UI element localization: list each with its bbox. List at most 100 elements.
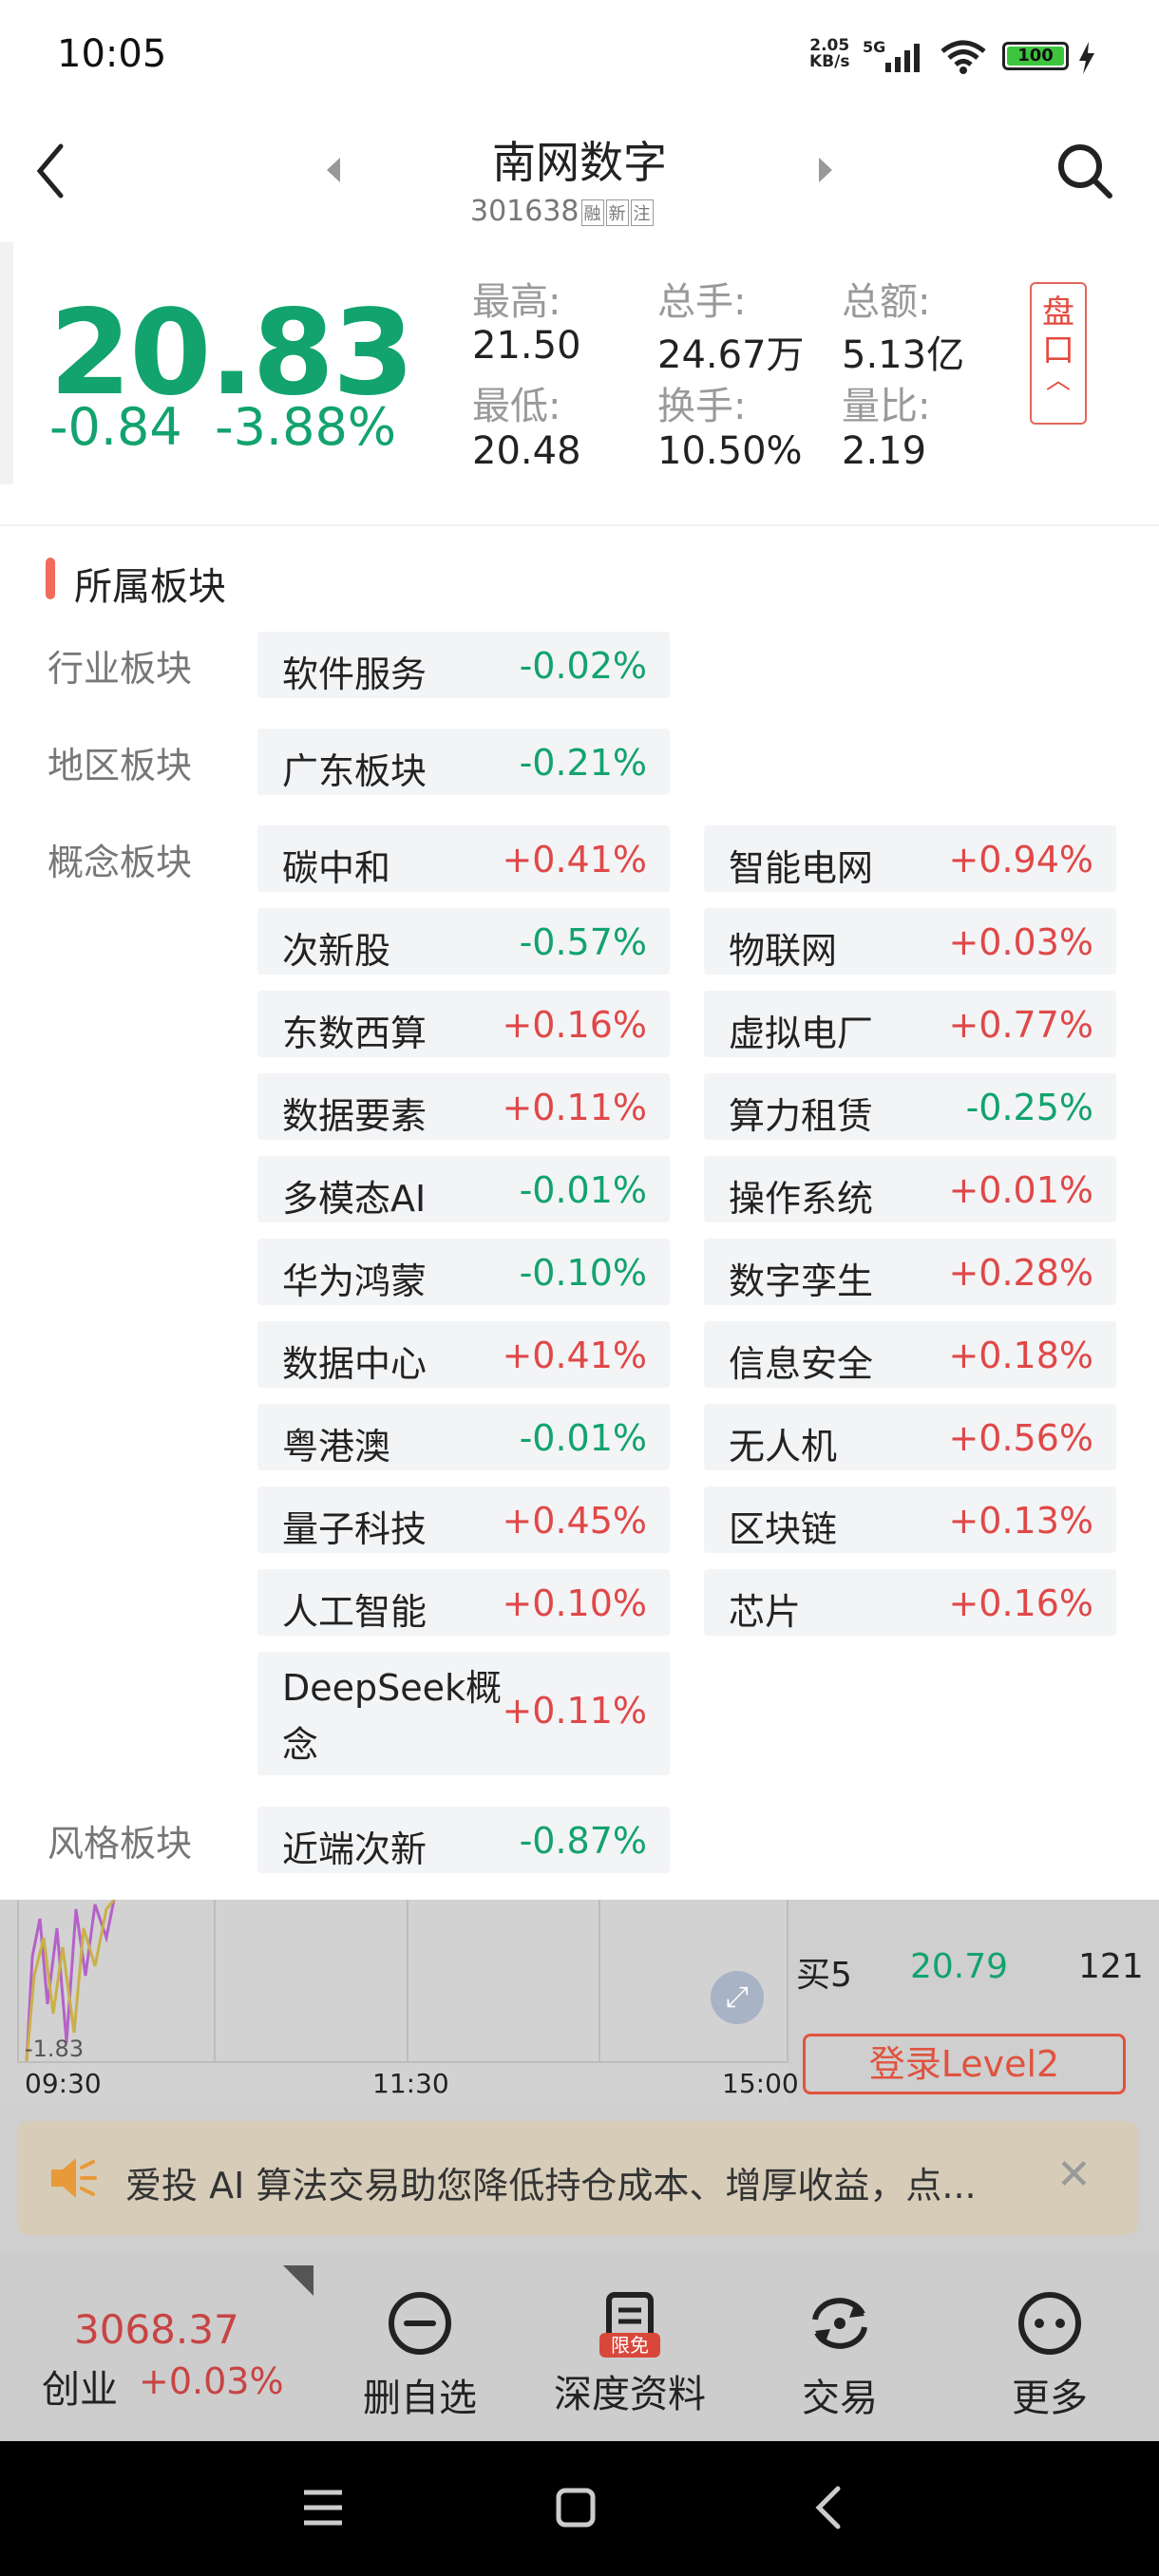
- sector-name: 量子科技: [282, 1508, 428, 1550]
- back-nav-icon[interactable]: [813, 2485, 844, 2530]
- turnover-label: 换手:: [657, 385, 747, 428]
- sector-name: 数据中心: [282, 1343, 428, 1385]
- sector-cell[interactable]: 数据中心 +0.41%: [257, 1321, 670, 1388]
- sector-change: -0.01%: [519, 1169, 647, 1211]
- sector-cell[interactable]: 信息安全 +0.18%: [704, 1321, 1116, 1388]
- minus-circle-icon: [389, 2292, 451, 2355]
- chart-time-open: 09:30: [25, 2068, 102, 2099]
- sector-cell[interactable]: 芯片 +0.16%: [704, 1569, 1116, 1636]
- toolbar-label: 删自选: [363, 2377, 477, 2420]
- sector-cell[interactable]: 智能电网 +0.94%: [704, 825, 1116, 892]
- toolbar-label: 深度资料: [554, 2373, 706, 2416]
- sector-name: 芯片: [729, 1591, 802, 1633]
- more-button[interactable]: 更多: [955, 2289, 1145, 2422]
- sector-change: -0.02%: [519, 645, 647, 687]
- next-stock-icon[interactable]: [815, 156, 836, 184]
- sector-cell[interactable]: 量子科技 +0.45%: [257, 1487, 670, 1553]
- toolbar-label: 交易: [802, 2377, 878, 2420]
- sector-change: +0.13%: [948, 1500, 1093, 1542]
- style-sector-label: 风格板块: [48, 1823, 193, 1865]
- sector-name: 无人机: [729, 1426, 838, 1468]
- deep-info-button[interactable]: 限免 深度资料: [535, 2289, 725, 2418]
- sector-name: 粤港澳: [282, 1426, 391, 1468]
- sector-change: -0.57%: [519, 921, 647, 963]
- sector-cell[interactable]: 软件服务 -0.02%: [257, 632, 670, 698]
- sector-name: 碳中和: [282, 847, 391, 889]
- stock-name: 南网数字: [492, 137, 667, 188]
- sector-cell[interactable]: 东数西算 +0.16%: [257, 991, 670, 1057]
- sector-change: +0.11%: [502, 1087, 647, 1128]
- sector-cell[interactable]: 区块链 +0.13%: [704, 1487, 1116, 1553]
- index-name: 创业: [42, 2368, 118, 2412]
- sector-name: 近端次新: [282, 1828, 428, 1870]
- index-value[interactable]: 3068.37: [74, 2306, 239, 2353]
- sector-cell[interactable]: 算力租赁 -0.25%: [704, 1073, 1116, 1140]
- sector-name: 操作系统: [729, 1178, 874, 1220]
- sector-cell[interactable]: 华为鸿蒙 -0.10%: [257, 1239, 670, 1305]
- sector-cell[interactable]: 碳中和 +0.41%: [257, 825, 670, 892]
- sector-change: +0.10%: [502, 1582, 647, 1624]
- order-book-toggle-button[interactable]: 盘口 ︿: [1030, 282, 1087, 425]
- stock-code-number: 301638: [470, 195, 580, 228]
- grid-line: [598, 1900, 600, 2061]
- remove-watchlist-button[interactable]: 删自选: [325, 2289, 515, 2422]
- section-accent-bar: [46, 558, 55, 599]
- sector-cell[interactable]: 多模态AI -0.01%: [257, 1156, 670, 1222]
- sector-change: +0.16%: [502, 1004, 647, 1046]
- region-sector-label: 地区板块: [48, 745, 193, 786]
- order-book-label: 盘口: [1042, 294, 1074, 369]
- index-change: +0.03%: [139, 2360, 284, 2402]
- sector-name: 信息安全: [729, 1343, 874, 1385]
- sector-change: -0.87%: [519, 1820, 647, 1862]
- login-level2-button[interactable]: 登录Level2: [803, 2034, 1126, 2094]
- sector-cell[interactable]: 广东板块 -0.21%: [257, 729, 670, 795]
- chart-time-mid: 11:30: [372, 2068, 449, 2099]
- industry-sector-label: 行业板块: [48, 648, 193, 690]
- expand-icon[interactable]: ⤢: [711, 1971, 764, 2024]
- sector-cell[interactable]: 人工智能 +0.10%: [257, 1569, 670, 1636]
- ad-text: 爱投 AI 算法交易助您降低持仓成本、增厚收益，点...: [125, 2165, 977, 2207]
- sector-cell[interactable]: 次新股 -0.57%: [257, 908, 670, 975]
- sector-cell[interactable]: 粤港澳 -0.01%: [257, 1404, 670, 1470]
- high-value: 21.50: [472, 324, 581, 368]
- sector-change: +0.18%: [948, 1335, 1093, 1376]
- search-icon[interactable]: [1054, 141, 1115, 201]
- sector-name: DeepSeek概念: [282, 1667, 503, 1766]
- sector-cell[interactable]: 数字孪生 +0.28%: [704, 1239, 1116, 1305]
- grid-line: [407, 1900, 408, 2061]
- sector-change: +0.11%: [502, 1690, 647, 1732]
- sector-name: 多模态AI: [282, 1178, 427, 1220]
- sector-change: +0.01%: [948, 1169, 1093, 1211]
- sector-change: +0.77%: [948, 1004, 1093, 1046]
- sector-name: 广东板块: [282, 750, 428, 792]
- sector-change: -0.21%: [519, 742, 647, 784]
- sector-cell[interactable]: DeepSeek概念 +0.11%: [257, 1652, 670, 1775]
- divider: [0, 524, 1159, 526]
- sector-name: 虚拟电厂: [729, 1013, 874, 1054]
- status-time: 10:05: [57, 32, 167, 76]
- trade-button[interactable]: 交易: [745, 2289, 935, 2422]
- sector-cell[interactable]: 操作系统 +0.01%: [704, 1156, 1116, 1222]
- home-icon[interactable]: [555, 2487, 597, 2529]
- sector-change: +0.45%: [502, 1500, 647, 1542]
- battery-level: 100: [1007, 47, 1064, 66]
- low-label: 最低:: [472, 385, 561, 428]
- sector-cell[interactable]: 虚拟电厂 +0.77%: [704, 991, 1116, 1057]
- tag-registered: 注: [630, 199, 654, 226]
- menu-icon[interactable]: [302, 2489, 344, 2527]
- sector-change: -0.10%: [519, 1252, 647, 1294]
- sector-cell[interactable]: 近端次新 -0.87%: [257, 1807, 670, 1873]
- toolbar-label: 更多: [1012, 2377, 1088, 2420]
- battery-icon: 100: [1002, 42, 1069, 70]
- sector-cell[interactable]: 无人机 +0.56%: [704, 1404, 1116, 1470]
- sector-name: 次新股: [282, 930, 391, 972]
- wifi-icon: [940, 40, 986, 74]
- sector-cell[interactable]: 物联网 +0.03%: [704, 908, 1116, 975]
- sector-name: 数据要素: [282, 1095, 428, 1137]
- quote-edge: [0, 242, 13, 484]
- sector-cell[interactable]: 数据要素 +0.11%: [257, 1073, 670, 1140]
- tag-margin: 融: [580, 199, 604, 226]
- close-icon[interactable]: ✕: [1056, 2150, 1092, 2199]
- intraday-chart[interactable]: -1.83 09:30 11:30 15:00: [0, 1900, 799, 2104]
- sector-name: 智能电网: [729, 847, 874, 889]
